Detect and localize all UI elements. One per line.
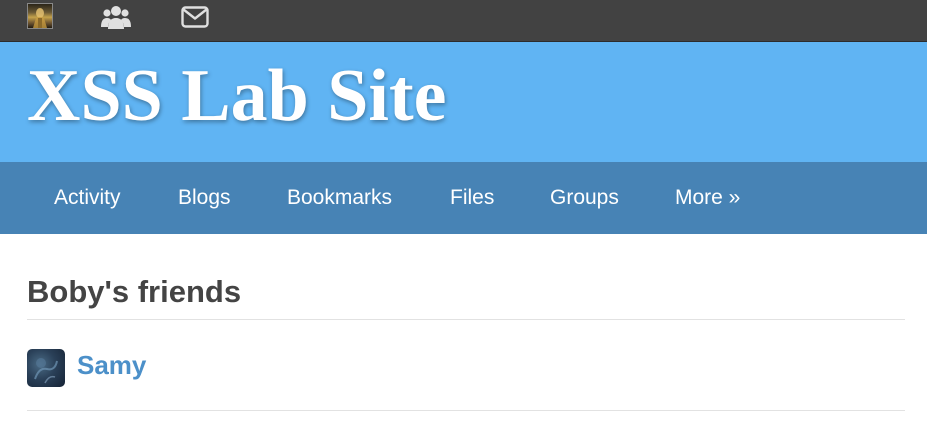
main-nav: Activity Blogs Bookmarks Files Groups Mo… (0, 162, 927, 234)
user-avatar[interactable] (27, 3, 53, 29)
friend-avatar[interactable] (27, 349, 65, 387)
nav-item-blogs[interactable]: Blogs (178, 162, 231, 234)
nav-item-activity[interactable]: Activity (54, 162, 121, 234)
friends-icon[interactable] (101, 3, 131, 31)
list-divider (27, 410, 905, 411)
nav-item-bookmarks[interactable]: Bookmarks (287, 162, 392, 234)
topbar (0, 0, 927, 42)
friend-name-link[interactable]: Samy (77, 347, 146, 383)
site-header: XSS Lab Site (0, 42, 927, 162)
nav-item-groups[interactable]: Groups (550, 162, 619, 234)
envelope-icon[interactable] (181, 3, 209, 31)
avatar-image (33, 8, 47, 28)
page-title: Boby's friends (27, 274, 242, 309)
friend-avatar-image (34, 358, 58, 384)
site-title[interactable]: XSS Lab Site (27, 54, 446, 138)
nav-item-more[interactable]: More » (675, 162, 740, 234)
nav-item-files[interactable]: Files (450, 162, 494, 234)
title-divider (27, 319, 905, 320)
